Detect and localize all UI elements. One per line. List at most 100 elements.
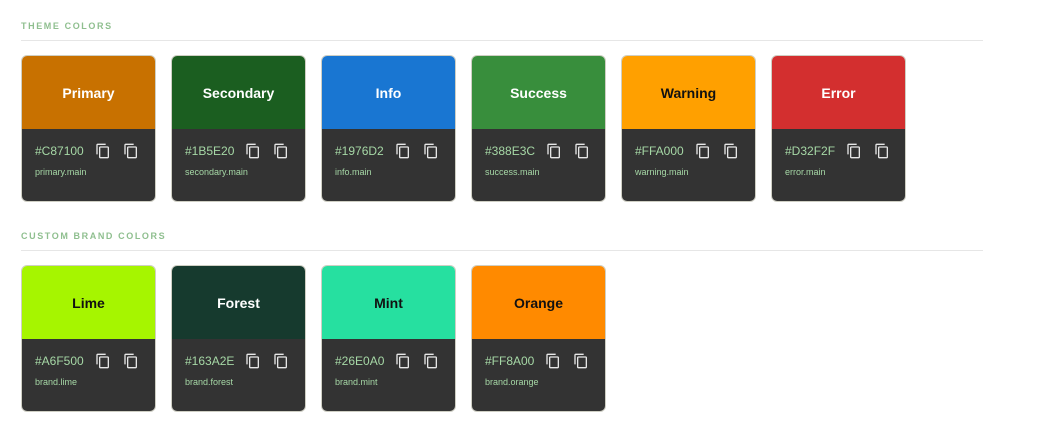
copy-icon [724,143,737,159]
section-title-theme-colors: THEME COLORS [21,21,113,31]
copy-icon [246,143,260,159]
section-title-custom-brand-colors: CUSTOM BRAND COLORS [21,231,167,241]
color-swatch: Error [772,56,905,129]
copy-token-button[interactable] [122,352,140,370]
hex-line: #1976D2 [335,142,455,160]
token-name: error.main [785,167,826,177]
color-swatch: Success [472,56,605,129]
hex-value: #163A2E [185,354,235,368]
color-name: Lime [72,294,105,311]
color-swatch: Orange [472,266,605,339]
hex-line: #FFA000 [635,142,755,160]
copy-token-button[interactable] [272,142,290,160]
copy-hex-button[interactable] [94,142,112,160]
copy-hex-button[interactable] [394,352,412,370]
color-swatch: Primary [22,56,155,129]
copy-icon [274,143,288,159]
color-swatch: Mint [322,266,455,339]
copy-hex-button[interactable] [244,352,262,370]
copy-icon [424,143,437,159]
copy-hex-button[interactable] [544,352,562,370]
hex-value: #26E0A0 [335,354,385,368]
copy-icon [424,353,438,369]
token-name: info.main [335,167,372,177]
color-card-orange: Orange #FF8A00 brand.orange [471,265,606,412]
token-name: success.main [485,167,540,177]
color-card-secondary: Secondary #1B5E20 secondary.main [171,55,306,202]
color-name: Error [821,84,856,101]
copy-token-button[interactable] [422,142,440,160]
hex-value: #388E3C [485,144,536,158]
color-info-panel: #388E3C success.main [472,129,605,201]
color-info-panel: #A6F500 brand.lime [22,339,155,411]
hex-line: #388E3C [485,142,605,160]
color-name: Forest [217,294,260,311]
copy-hex-button[interactable] [545,142,563,160]
color-name: Success [510,84,567,101]
color-card-mint: Mint #26E0A0 brand.mint [321,265,456,412]
hex-line: #A6F500 [35,352,155,370]
divider [21,40,983,41]
copy-icon [547,143,561,159]
color-card-forest: Forest #163A2E brand.forest [171,265,306,412]
hex-value: #1976D2 [335,144,384,158]
copy-icon [124,143,137,159]
copy-icon [847,143,861,159]
hex-line: #26E0A0 [335,352,455,370]
copy-icon [574,353,588,369]
color-card-primary: Primary #C87100 primary.main [21,55,156,202]
copy-icon [396,143,409,159]
divider [21,250,983,251]
color-card-warning: Warning #FFA000 warning.main [621,55,756,202]
copy-icon [96,353,109,369]
color-name: Mint [374,294,403,311]
copy-icon [274,353,288,369]
color-swatch: Secondary [172,56,305,129]
color-name: Warning [660,84,717,101]
copy-hex-button[interactable] [845,142,863,160]
copy-icon [124,353,137,369]
copy-token-button[interactable] [573,142,591,160]
hex-line: #163A2E [185,352,305,370]
theme-colors-row: Primary #C87100 primary.main Secondary #… [21,55,906,202]
hex-value: #1B5E20 [185,144,235,158]
token-name: brand.mint [335,377,378,387]
copy-token-button[interactable] [272,352,290,370]
color-card-info: Info #1976D2 info.main [321,55,456,202]
copy-hex-button[interactable] [244,142,262,160]
copy-icon [696,143,709,159]
copy-hex-button[interactable] [394,142,412,160]
copy-token-button[interactable] [722,142,740,160]
color-swatch: Warning [622,56,755,129]
copy-token-button[interactable] [572,352,590,370]
color-info-panel: #FFA000 warning.main [622,129,755,201]
token-name: brand.orange [485,377,539,387]
color-name: Info [375,84,402,101]
color-name: Orange [513,294,563,311]
copy-icon [575,143,589,159]
copy-token-button[interactable] [122,142,140,160]
copy-token-button[interactable] [873,142,891,160]
copy-hex-button[interactable] [94,352,112,370]
hex-line: #C87100 [35,142,155,160]
token-name: brand.lime [35,377,78,387]
hex-value: #A6F500 [35,354,84,368]
color-card-error: Error #D32F2F error.main [771,55,906,202]
hex-line: #1B5E20 [185,142,305,160]
token-name: primary.main [35,167,87,177]
token-name: warning.main [635,167,689,177]
copy-icon [96,143,109,159]
hex-line: #D32F2F [785,142,905,160]
copy-token-button[interactable] [422,352,440,370]
hex-value: #C87100 [35,144,84,158]
token-name: brand.forest [185,377,234,387]
color-name: Secondary [202,84,275,101]
copy-hex-button[interactable] [694,142,712,160]
color-info-panel: #C87100 primary.main [22,129,155,201]
token-name: secondary.main [185,167,248,177]
color-swatch: Forest [172,266,305,339]
color-swatch: Lime [22,266,155,339]
color-swatch: Info [322,56,455,129]
hex-value: #FFA000 [635,144,684,158]
copy-icon [546,353,560,369]
